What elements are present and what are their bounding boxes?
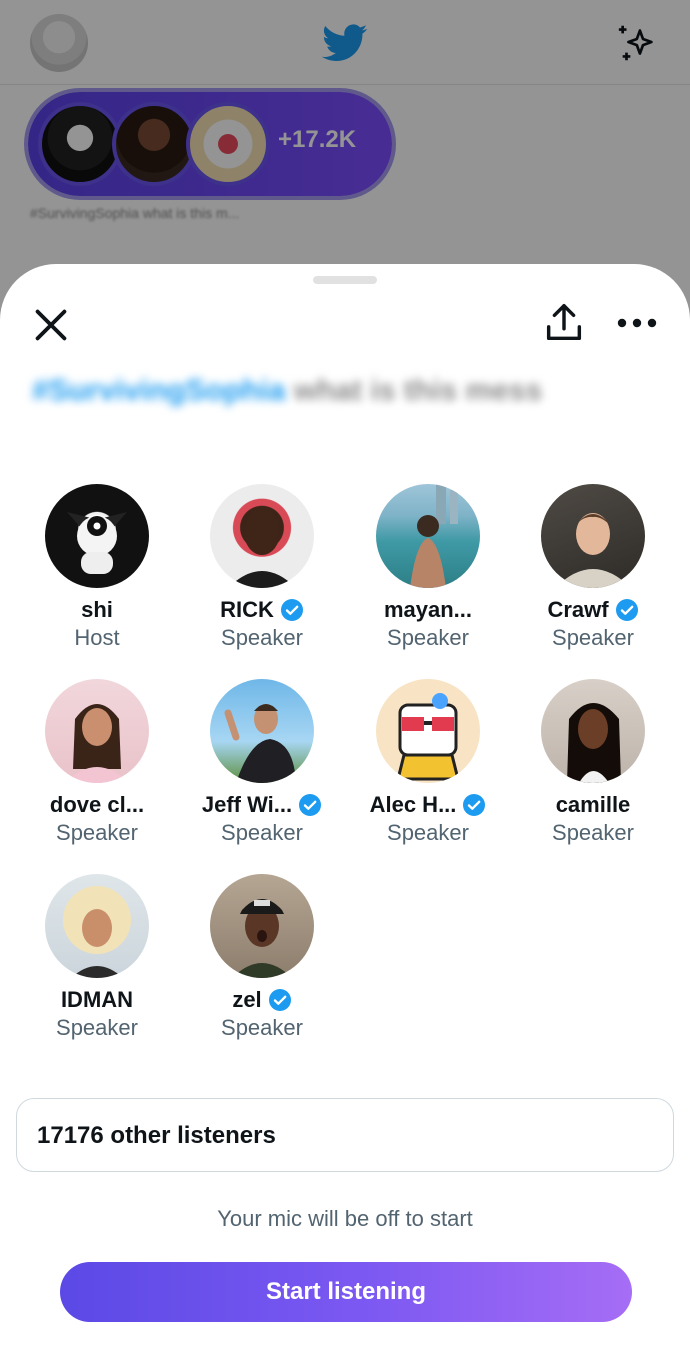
participant-avatar [210,874,314,978]
space-sheet: #SurvivingSophia what is this mess shi H… [0,264,690,1366]
participant-role: Speaker [552,820,634,845]
participant-name: mayan... [383,597,473,622]
participant[interactable]: mayan... Speaker [345,484,511,652]
participant-avatar [376,484,480,588]
participant-avatar [45,679,149,783]
participant-role: Speaker [387,625,469,650]
participant[interactable]: shi Host [14,484,180,652]
verified-badge-icon [280,599,303,621]
participant[interactable]: Crawf Speaker [510,484,676,652]
start-listening-button[interactable]: Start listening [60,1262,632,1322]
participant-avatar [45,874,149,978]
space-title-hashtag[interactable]: #SurvivingSophia [32,374,285,407]
participant[interactable]: RICK Speaker [179,484,345,652]
participant-role: Speaker [56,820,138,845]
participant-avatar [45,484,149,588]
participant-name: Crawf [510,596,676,624]
participant[interactable]: dove cl... Speaker [14,679,180,847]
participant[interactable]: Jeff Wi... Speaker [179,679,345,847]
participant-name: dove cl... [49,792,145,817]
listeners-row[interactable]: 17176 other listeners [16,1098,674,1172]
participant-name: camille [555,792,631,817]
space-title-text: what is this mess [293,374,543,407]
participant-role: Speaker [221,625,303,650]
participant-role: Speaker [56,1015,138,1040]
participant-name: IDMAN [60,987,134,1012]
space-title: #SurvivingSophia what is this mess [32,374,542,408]
participant-avatar [541,679,645,783]
participant-avatar [210,484,314,588]
participant-role: Host [74,625,120,650]
verified-badge-icon [615,599,638,621]
sheet-grabber[interactable] [313,276,377,284]
participant-role: Speaker [221,1015,303,1040]
participant-name: Jeff Wi... [179,791,345,819]
mic-notice: Your mic will be off to start [217,1206,473,1231]
participant[interactable]: IDMAN Speaker [14,874,180,1042]
share-icon[interactable] [540,300,588,346]
participant[interactable]: Alec H... Speaker [345,679,511,847]
participant-role: Speaker [552,625,634,650]
participant-avatar [541,484,645,588]
verified-badge-icon [268,989,291,1011]
participant[interactable]: camille Speaker [510,679,676,847]
more-options-icon[interactable] [614,308,660,338]
participant-name: zel [179,986,345,1014]
participant-avatar [376,679,480,783]
listeners-count: 17176 other listeners [37,1122,276,1149]
verified-badge-icon [463,794,486,816]
participant-name: RICK [179,596,345,624]
participant-name: Alec H... [345,791,511,819]
participant[interactable]: zel Speaker [179,874,345,1042]
participant-avatar [210,679,314,783]
participant-role: Speaker [387,820,469,845]
close-icon[interactable] [28,302,74,348]
participant-role: Speaker [221,820,303,845]
participant-name: shi [81,597,113,622]
verified-badge-icon [299,794,322,816]
